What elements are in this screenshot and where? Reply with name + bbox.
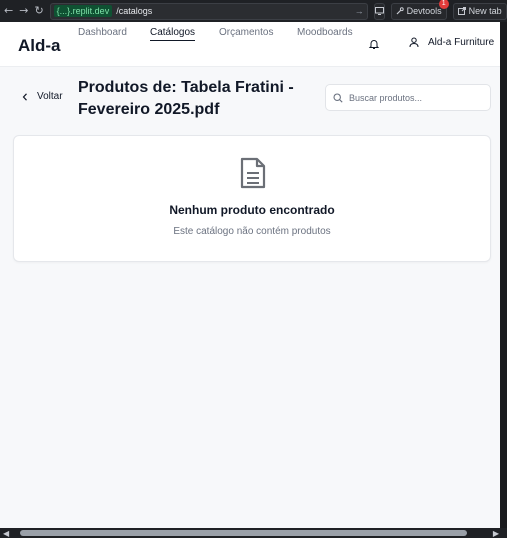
notification-badge: 1 (438, 0, 449, 9)
user-name: Ald-a Furniture (428, 37, 495, 48)
wrench-icon (396, 7, 404, 15)
horizontal-scrollbar[interactable]: ◀ ▶ (0, 528, 507, 538)
devtools-button[interactable]: Devtools 1 (390, 0, 449, 20)
empty-state-title: Nenhum produto encontrado (169, 203, 335, 217)
reload-icon[interactable]: ↻ (34, 4, 43, 18)
document-icon (240, 157, 266, 189)
go-arrow-icon[interactable]: → (355, 6, 364, 16)
search-icon (333, 92, 343, 103)
page-title: Produtos de: Tabela Fratini - Fevereiro … (78, 79, 294, 118)
screen-icon[interactable] (373, 2, 385, 20)
chevron-left-icon (22, 92, 27, 101)
catalog-products-page: Voltar Produtos de: Tabela Fratini - Fev… (0, 67, 507, 528)
scroll-left-icon[interactable]: ◀ (3, 529, 9, 538)
forward-arrow-icon[interactable]: → (19, 4, 28, 18)
scroll-right-icon[interactable]: ▶ (493, 529, 499, 538)
scrollbar-thumb[interactable] (20, 530, 467, 536)
vertical-scrollbar[interactable] (500, 22, 507, 528)
back-label: Voltar (37, 91, 63, 102)
empty-state-subtitle: Este catálogo não contém produtos (173, 226, 331, 237)
app-header: Ald-a Dashboard Catálogos Orçamentos Moo… (0, 22, 507, 67)
new-tab-button[interactable]: New tab (452, 2, 507, 20)
url-domain: {...}.replit.dev (53, 5, 113, 17)
devtools-label: Devtools (406, 6, 442, 16)
address-bar[interactable]: {...}.replit.dev /catalogs → (49, 2, 368, 20)
back-button[interactable]: Voltar (22, 91, 63, 102)
new-tab-label: New tab (468, 6, 502, 16)
nav-catalogos[interactable]: Catálogos (150, 27, 196, 41)
product-search[interactable] (325, 84, 491, 111)
external-tab-icon (457, 7, 466, 15)
bell-icon[interactable] (368, 38, 380, 50)
empty-state-card: Nenhum produto encontrado Este catálogo … (13, 135, 491, 262)
url-path: /catalogs (116, 6, 153, 16)
user-icon (409, 37, 419, 48)
back-arrow-icon[interactable]: ← (4, 4, 13, 18)
nav-moodboards[interactable]: Moodboards (297, 27, 353, 40)
search-input[interactable] (349, 92, 479, 103)
app-logo[interactable]: Ald-a (18, 36, 61, 56)
nav-orcamentos[interactable]: Orçamentos (219, 27, 273, 40)
user-menu[interactable]: Ald-a Furniture (409, 37, 494, 48)
browser-toolbar: ← → ↻ {...}.replit.dev /catalogs → Devto… (0, 0, 507, 22)
nav-dashboard[interactable]: Dashboard (78, 27, 127, 40)
